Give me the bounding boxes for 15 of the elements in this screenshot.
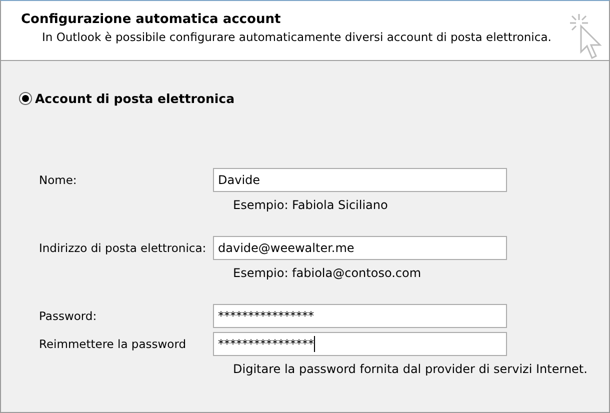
hint-text: Digitare la password fornita dal provider di servizi Internet. bbox=[233, 362, 588, 378]
input-field[interactable]: Davide bbox=[213, 168, 507, 192]
input-field[interactable]: **************** bbox=[213, 332, 507, 356]
field-label: Indirizzo di posta elettronica: bbox=[39, 241, 208, 255]
field-label: Reimmettere la password bbox=[39, 337, 188, 351]
hint-text: Esempio: Fabiola Siciliano bbox=[233, 198, 389, 214]
hint-text: Esempio: fabiola@contoso.com bbox=[233, 266, 422, 282]
input-field[interactable]: davide@weewalter.me bbox=[213, 236, 507, 260]
field-label: Nome: bbox=[39, 173, 78, 187]
radio-label: Account di posta elettronica bbox=[35, 91, 234, 106]
input-field[interactable]: **************** bbox=[213, 304, 507, 328]
dialog-title: Configurazione automatica account bbox=[21, 12, 282, 27]
field-label: Password: bbox=[39, 309, 98, 323]
dialog-subtitle: In Outlook è possibile configurare automaticamente diversi account di posta elettronica. bbox=[41, 30, 552, 44]
radio-button[interactable] bbox=[19, 92, 32, 105]
